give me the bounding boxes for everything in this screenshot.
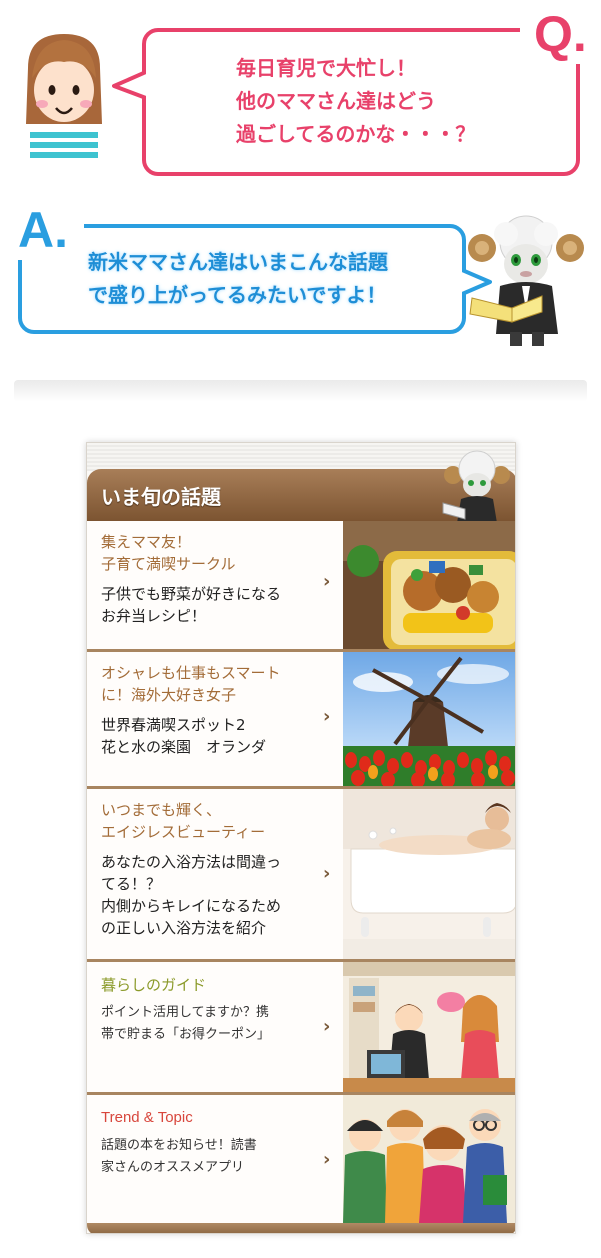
chevron-right-icon: › xyxy=(323,1016,331,1037)
topic-row-5[interactable]: Trend & Topic 話題の本をお知らせ！読書 家さんのオススメアプリ › xyxy=(87,1095,515,1223)
chevron-right-icon: › xyxy=(323,863,331,884)
panel-title: いま旬の話題 xyxy=(101,485,221,509)
bento-lunch-photo xyxy=(343,521,515,649)
sheep-mascot-icon xyxy=(442,450,510,523)
answer-text: 新米ママさん達はいまこんな話題 で盛り上がってるみたいですよ！ xyxy=(88,250,388,307)
girl-avatar-icon xyxy=(26,34,102,164)
topic-row-4[interactable]: 暮らしのガイド ポイント活用してますか？携 帯で貯まる「お得クーポン」 › xyxy=(87,962,515,1092)
chevron-right-icon: › xyxy=(323,571,331,592)
topic-description: 話題の本をお知らせ！読書 家さんのオススメアプリ xyxy=(101,1138,257,1175)
topic-description: ポイント活用してますか？携 帯で貯まる「お得クーポン」 xyxy=(101,1005,271,1042)
topic-category: オシャレも仕事もスマート に！海外大好き女子 xyxy=(101,664,281,704)
shopping-illustration xyxy=(343,962,515,1092)
topic-category: Trend & Topic xyxy=(101,1109,193,1126)
panel-footer xyxy=(87,1223,515,1233)
topic-row-2[interactable]: オシャレも仕事もスマート に！海外大好き女子 世界春満喫スポット2 花と水の楽園… xyxy=(87,652,515,786)
crowd-illustration xyxy=(343,1095,515,1223)
question-text: 毎日育児で大忙し！ 他のママさん達はどう 過ごしてるのかな・・・？ xyxy=(236,56,476,146)
topic-category: いつまでも輝く、 エイジレスビューティー xyxy=(101,801,266,841)
topic-description: あなたの入浴方法は間違っ てる！？ 内側からキレイになるため の正しい入浴方法を… xyxy=(101,853,282,937)
topic-description: 世界春満喫スポット2 花と水の楽園 オランダ xyxy=(101,716,267,756)
topic-row-3[interactable]: いつまでも輝く、 エイジレスビューティー あなたの入浴方法は間違っ てる！？ 内… xyxy=(87,789,515,959)
question-bubble-tail xyxy=(112,70,146,100)
trending-topics-panel: いま旬の話題 集えママ友！ 子育て満喫サークル 子供でも野菜が好きになる お弁当… xyxy=(86,442,516,1234)
sheep-mascot-reading-icon xyxy=(468,215,584,346)
topic-category: 暮らしのガイド xyxy=(101,976,207,994)
answer-badge: A. xyxy=(10,200,84,260)
section-divider xyxy=(14,380,587,402)
chevron-right-icon: › xyxy=(323,706,331,727)
topic-row-1[interactable]: 集えママ友！ 子育て満喫サークル 子供でも野菜が好きになる お弁当レシピ！ › xyxy=(87,521,515,649)
chevron-right-icon: › xyxy=(323,1149,331,1170)
topic-description: 子供でも野菜が好きになる お弁当レシピ！ xyxy=(101,585,282,625)
topic-category: 集えママ友！ 子育て満喫サークル xyxy=(101,533,236,573)
bathtub-woman-photo xyxy=(343,789,515,959)
windmill-tulip-photo xyxy=(343,652,515,786)
